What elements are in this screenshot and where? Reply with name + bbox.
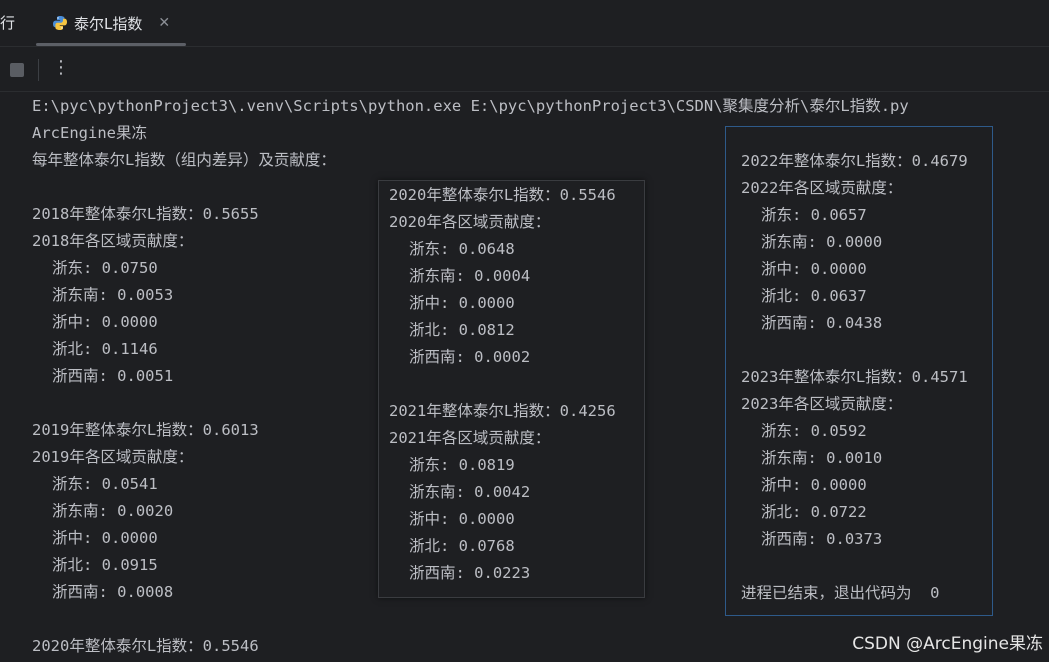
console-contrib-title: 2021年各区域贡献度：: [389, 429, 551, 447]
screenshot-overlay-right: 2022年整体泰尔L指数：0.4679 2022年各区域贡献度： 浙东: 0.0…: [725, 126, 993, 616]
console-contrib-title: 2023年各区域贡献度：: [741, 395, 903, 413]
console-region-line: 浙中: 0.0000: [409, 510, 515, 528]
more-vertical-icon[interactable]: ⋮: [52, 57, 70, 78]
console-region-line: 浙西南: 0.0008: [52, 583, 174, 601]
screenshot-overlay-middle: 2020年整体泰尔L指数：0.5546 2020年各区域贡献度： 浙东: 0.0…: [378, 180, 645, 598]
console-region-line: 浙东南: 0.0042: [409, 483, 531, 501]
console-header-line: 每年整体泰尔L指数（组内差异）及贡献度：: [32, 151, 336, 169]
console-contrib-title: 2018年各区域贡献度：: [32, 232, 194, 250]
console-region-line: 浙西南: 0.0438: [761, 314, 883, 332]
console-region-line: 浙东: 0.0648: [409, 240, 515, 258]
tab-active-indicator: [36, 43, 186, 46]
tab-active-label: 泰尔L指数: [74, 14, 143, 33]
console-region-line: 浙中: 0.0000: [409, 294, 515, 312]
watermark: CSDN @ArcEngine果冻: [852, 634, 1043, 654]
console-exit-line: 进程已结束，退出代码为 0: [741, 584, 940, 602]
console-contrib-title: 2022年各区域贡献度：: [741, 179, 903, 197]
console-region-line: 浙东南: 0.0010: [761, 449, 883, 467]
console-region-line: 浙东南: 0.0000: [761, 233, 883, 251]
console-region-line: 浙北: 0.1146: [52, 340, 158, 358]
console-overall-line: 2020年整体泰尔L指数：0.5546: [32, 637, 259, 655]
tab-run-partial[interactable]: 行: [0, 12, 15, 33]
console-region-line: 浙北: 0.0915: [52, 556, 158, 574]
tab-active-file[interactable]: 泰尔L指数 ✕: [36, 0, 186, 46]
toolbar-divider: [38, 59, 39, 81]
console-region-line: 浙东: 0.0750: [52, 259, 158, 277]
console-region-line: 浙东: 0.0541: [52, 475, 158, 493]
console-region-line: 浙东南: 0.0020: [52, 502, 174, 520]
python-icon: [52, 15, 68, 31]
console-overall-line: 2021年整体泰尔L指数：0.4256: [389, 402, 616, 420]
console-region-line: 浙中: 0.0000: [52, 313, 158, 331]
console-region-line: 浙西南: 0.0223: [409, 564, 531, 582]
console-region-line: 浙中: 0.0000: [761, 260, 867, 278]
console-region-line: 浙东: 0.0592: [761, 422, 867, 440]
console-region-line: 浙西南: 0.0051: [52, 367, 174, 385]
console-region-line: 浙东南: 0.0004: [409, 267, 531, 285]
stop-icon[interactable]: [10, 63, 24, 77]
console-region-line: 浙中: 0.0000: [52, 529, 158, 547]
console-overall-line: 2019年整体泰尔L指数：0.6013: [32, 421, 259, 439]
console-region-line: 浙北: 0.0768: [409, 537, 515, 555]
console-contrib-title: 2019年各区域贡献度：: [32, 448, 194, 466]
console-region-line: 浙西南: 0.0002: [409, 348, 531, 366]
console-overall-line: 2023年整体泰尔L指数：0.4571: [741, 368, 968, 386]
console-command-line: E:\pyc\pythonProject3\.venv\Scripts\pyth…: [32, 97, 909, 115]
console-overall-line: 2020年整体泰尔L指数：0.5546: [389, 186, 616, 204]
console-author-line: ArcEngine果冻: [32, 124, 147, 142]
editor-tab-bar: 行 泰尔L指数 ✕: [0, 0, 1049, 47]
console-region-line: 浙西南: 0.0373: [761, 530, 883, 548]
console-region-line: 浙东南: 0.0053: [52, 286, 174, 304]
console-region-line: 浙东: 0.0819: [409, 456, 515, 474]
close-icon[interactable]: ✕: [158, 15, 170, 31]
console-overall-line: 2022年整体泰尔L指数：0.4679: [741, 152, 968, 170]
console-contrib-title: 2020年各区域贡献度：: [389, 213, 551, 231]
console-region-line: 浙北: 0.0637: [761, 287, 867, 305]
console-region-line: 浙北: 0.0722: [761, 503, 867, 521]
console-region-line: 浙东: 0.0657: [761, 206, 867, 224]
console-region-line: 浙中: 0.0000: [761, 476, 867, 494]
run-toolbar: ⋮: [0, 47, 1049, 92]
console-overall-line: 2018年整体泰尔L指数：0.5655: [32, 205, 259, 223]
console-region-line: 浙北: 0.0812: [409, 321, 515, 339]
